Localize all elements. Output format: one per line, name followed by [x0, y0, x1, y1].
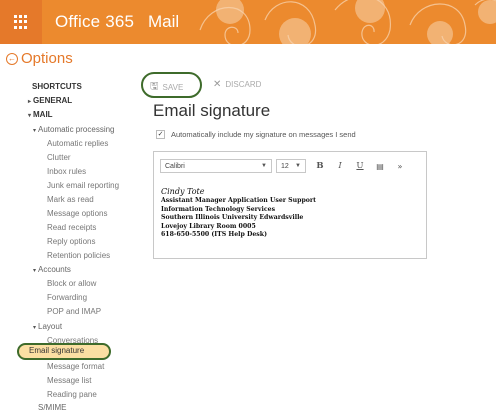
collapsed-caret-icon: ▸ — [28, 99, 32, 105]
nav-automatic-processing-label: Automatic processing — [38, 125, 115, 134]
save-label: SAVE — [162, 83, 184, 92]
auto-include-label: Automatically include my signature on me… — [171, 130, 356, 139]
brand-title[interactable]: Office 365 — [55, 12, 134, 32]
font-family-value: Calibri — [165, 162, 185, 170]
italic-button[interactable]: I — [334, 161, 346, 171]
font-family-select[interactable]: Calibri ▼ — [160, 159, 272, 173]
insert-image-icon[interactable]: ▤ — [374, 162, 386, 171]
signature-room: Lovejoy Library Room 0005 — [161, 222, 256, 230]
nav-item-automatic-replies[interactable]: Automatic replies — [47, 139, 108, 148]
nav-item-reading-pane[interactable]: Reading pane — [47, 390, 97, 399]
editor-toolbar: Calibri ▼ 12 ▼ B I U ▤ » — [160, 158, 406, 174]
expanded-caret-icon: ▾ — [28, 113, 32, 119]
close-icon: ✕ — [213, 79, 222, 90]
signature-department: Information Technology Services — [161, 205, 276, 213]
nav-item-block-or-allow[interactable]: Block or allow — [47, 279, 96, 288]
nav-item-message-options[interactable]: Message options — [47, 209, 107, 218]
nav-accounts[interactable]: ▾ Accounts — [33, 265, 71, 274]
nav-item-smime[interactable]: S/MIME — [38, 403, 66, 412]
chevron-down-icon: ▼ — [295, 163, 301, 169]
signature-phone: 618-650-5500 (ITS Help Desk) — [161, 231, 268, 239]
more-options-icon[interactable]: » — [394, 162, 406, 171]
page-title: Email signature — [153, 101, 271, 120]
signature-editor[interactable]: Calibri ▼ 12 ▼ B I U ▤ » Cindy Tote Assi… — [153, 151, 427, 259]
options-header[interactable]: ← Options — [6, 50, 73, 67]
nav-item-message-list[interactable]: Message list — [47, 376, 91, 385]
font-size-value: 12 — [281, 162, 289, 170]
nav-mail[interactable]: ▾ MAIL — [28, 110, 53, 119]
save-button[interactable]: 🖫 SAVE — [150, 79, 183, 96]
options-title: Options — [21, 50, 73, 67]
back-arrow-circle-icon[interactable]: ← — [6, 52, 18, 65]
nav-shortcuts[interactable]: SHORTCUTS — [32, 82, 82, 91]
signature-content[interactable]: Cindy Tote Assistant Manager Application… — [161, 187, 316, 240]
nav-mail-label: MAIL — [33, 110, 53, 119]
checkmark-icon: ✓ — [157, 131, 164, 138]
nav-layout-label: Layout — [38, 322, 63, 331]
underline-button[interactable]: U — [354, 161, 366, 171]
chevron-down-icon: ▼ — [261, 163, 267, 169]
signature-title: Assistant Manager Application User Suppo… — [161, 197, 317, 204]
bold-button[interactable]: B — [314, 161, 326, 171]
nav-layout[interactable]: ▾ Layout — [33, 322, 62, 331]
top-bar: Office 365 Mail — [0, 0, 496, 44]
expanded-caret-icon: ▾ — [33, 325, 37, 331]
nav-automatic-processing[interactable]: ▾ Automatic processing — [33, 125, 115, 134]
waffle-icon — [14, 15, 28, 29]
nav-item-read-receipts[interactable]: Read receipts — [47, 223, 96, 232]
nav-item-reply-options[interactable]: Reply options — [47, 237, 95, 246]
nav-item-mark-as-read[interactable]: Mark as read — [47, 195, 94, 204]
auto-include-row[interactable]: ✓ Automatically include my signature on … — [156, 130, 356, 139]
expanded-caret-icon: ▾ — [33, 268, 37, 274]
discard-label: DISCARD — [225, 80, 262, 89]
nav-item-inbox-rules[interactable]: Inbox rules — [47, 167, 86, 176]
signature-university: Southern Illinois University Edwardsvill… — [161, 214, 304, 222]
nav-general-label: GENERAL — [33, 96, 73, 105]
nav-item-pop-and-imap[interactable]: POP and IMAP — [47, 307, 101, 316]
nav-item-clutter[interactable]: Clutter — [47, 153, 71, 162]
theme-decoration-icon — [199, 0, 496, 44]
auto-include-checkbox[interactable]: ✓ — [156, 130, 165, 139]
discard-button[interactable]: ✕ DISCARD — [213, 79, 261, 90]
save-disk-icon: 🖫 — [150, 81, 159, 92]
nav-accounts-label: Accounts — [38, 265, 71, 274]
nav-general[interactable]: ▸ GENERAL — [28, 96, 72, 105]
nav-item-forwarding[interactable]: Forwarding — [47, 293, 87, 302]
font-size-select[interactable]: 12 ▼ — [276, 159, 306, 173]
signature-name: Cindy Tote — [161, 187, 205, 196]
nav-item-retention-policies[interactable]: Retention policies — [47, 251, 110, 260]
nav-item-junk-email-reporting[interactable]: Junk email reporting — [47, 181, 119, 190]
expanded-caret-icon: ▾ — [33, 128, 37, 134]
nav-item-email-signature[interactable]: Email signature — [29, 346, 84, 355]
app-launcher-button[interactable] — [0, 0, 42, 44]
nav-item-message-format[interactable]: Message format — [47, 362, 104, 371]
